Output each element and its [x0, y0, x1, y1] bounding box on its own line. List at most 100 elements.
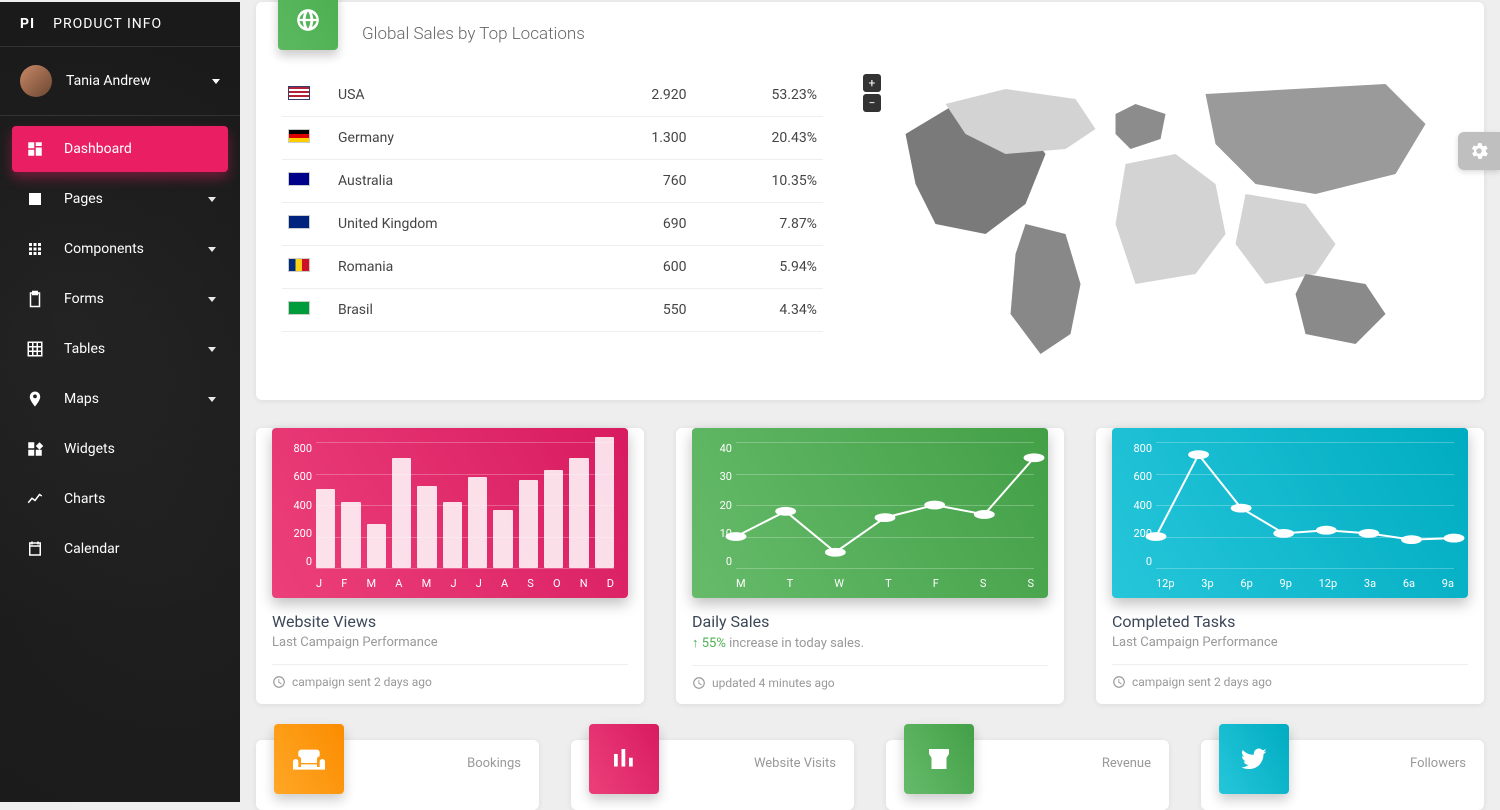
- avatar: [20, 65, 52, 97]
- value-cell: 690: [585, 203, 692, 246]
- sidebar-item-label: Charts: [64, 491, 216, 507]
- bar: [493, 510, 512, 568]
- dashboard-icon: [24, 140, 46, 158]
- charts-row: 8006004002000 JFMAMJJASOND Website Views…: [256, 428, 1484, 704]
- chart-plot: [736, 442, 1034, 568]
- sidebar-item-label: Pages: [64, 191, 208, 207]
- world-map[interactable]: + −: [823, 74, 1458, 378]
- zoom-out-button[interactable]: −: [863, 94, 881, 112]
- sidebar-item-forms[interactable]: Forms: [12, 276, 228, 322]
- chart-footer: campaign sent 2 days ago: [272, 664, 628, 689]
- clock-icon: [272, 675, 286, 689]
- chart-subtitle: Last Campaign Performance: [272, 635, 628, 650]
- chart-surface: 8006004002000 JFMAMJJASOND: [272, 428, 628, 598]
- gear-icon: [1468, 140, 1490, 162]
- sidebar-item-label: Dashboard: [64, 141, 216, 157]
- sidebar-item-maps[interactable]: Maps: [12, 376, 228, 422]
- chart-subtitle: Last Campaign Performance: [1112, 635, 1468, 650]
- chart-card-2: 8006004002000 12p3p6p9p12p3a6a9a Complet…: [1096, 428, 1484, 704]
- sidebar-item-components[interactable]: Components: [12, 226, 228, 272]
- panel-title: Global Sales by Top Locations: [362, 24, 1458, 44]
- chart-plot: [316, 442, 614, 568]
- chart-title: Completed Tasks: [1112, 612, 1468, 631]
- x-axis: 12p3p6p9p12p3a6a9a: [1156, 577, 1454, 590]
- place-icon: [24, 390, 46, 408]
- y-axis: 8006004002000: [1118, 442, 1152, 568]
- value-cell: 600: [585, 246, 692, 289]
- value-cell: 550: [585, 289, 692, 332]
- sidebar-item-calendar[interactable]: Calendar: [12, 526, 228, 572]
- flag-icon: [288, 86, 310, 100]
- bar: [316, 489, 335, 568]
- x-axis: JFMAMJJASOND: [316, 577, 614, 590]
- pct-cell: 20.43%: [693, 117, 823, 160]
- bar: [468, 477, 487, 568]
- chart-footer: updated 4 minutes ago: [692, 665, 1048, 690]
- sofa-icon: [274, 724, 344, 794]
- sidebar-item-tables[interactable]: Tables: [12, 326, 228, 372]
- sidebar-item-label: Widgets: [64, 441, 216, 457]
- pct-cell: 7.87%: [693, 203, 823, 246]
- sidebar-item-label: Calendar: [64, 541, 216, 557]
- clock-icon: [1112, 675, 1126, 689]
- sidebar-item-widgets[interactable]: Widgets: [12, 426, 228, 472]
- brand[interactable]: PI PRODUCT INFO: [0, 2, 240, 47]
- bar: [417, 486, 436, 568]
- chart-footer: campaign sent 2 days ago: [1112, 664, 1468, 689]
- table-row: Australia 760 10.35%: [282, 160, 823, 203]
- table-row: Germany 1.300 20.43%: [282, 117, 823, 160]
- country-cell: Australia: [332, 160, 585, 203]
- sidebar-item-charts[interactable]: Charts: [12, 476, 228, 522]
- table-row: USA 2.920 53.23%: [282, 74, 823, 117]
- flag-icon: [288, 215, 310, 229]
- user-menu[interactable]: Tania Andrew: [0, 47, 240, 116]
- pct-cell: 4.34%: [693, 289, 823, 332]
- main: Global Sales by Top Locations USA 2.920 …: [240, 2, 1500, 810]
- sidebar: PI PRODUCT INFO Tania Andrew Dashboard P…: [0, 2, 240, 802]
- bar: [443, 502, 462, 568]
- zoom-in-button[interactable]: +: [863, 74, 881, 92]
- clipboard-icon: [24, 290, 46, 308]
- value-cell: 1.300: [585, 117, 692, 160]
- pct-cell: 53.23%: [693, 74, 823, 117]
- map-svg: [853, 74, 1458, 374]
- brand-name: PRODUCT INFO: [53, 16, 162, 32]
- sidebar-item-dashboard[interactable]: Dashboard: [12, 126, 228, 172]
- clock-icon: [692, 676, 706, 690]
- flag-icon: [288, 172, 310, 186]
- value-cell: 2.920: [585, 74, 692, 117]
- chevron-down-icon: [208, 247, 216, 252]
- flag-icon: [288, 129, 310, 143]
- chevron-down-icon: [208, 397, 216, 402]
- sidebar-item-label: Maps: [64, 391, 208, 407]
- chart-plot: [1156, 442, 1454, 568]
- calendar-icon: [24, 540, 46, 558]
- chart-title: Website Views: [272, 612, 628, 631]
- flag-icon: [288, 258, 310, 272]
- chart-card-1: 403020100 MTWTFSS Daily Sales ↑ 55% incr…: [676, 428, 1064, 704]
- x-axis: MTWTFSS: [736, 577, 1034, 590]
- globe-icon: [278, 0, 338, 50]
- bar: [544, 470, 563, 568]
- settings-button[interactable]: [1458, 132, 1500, 170]
- sidebar-item-pages[interactable]: Pages: [12, 176, 228, 222]
- bar: [341, 502, 360, 568]
- chevron-down-icon: [208, 347, 216, 352]
- bar: [392, 458, 411, 568]
- sales-table: USA 2.920 53.23% Germany 1.300 20.43% Au…: [282, 74, 823, 378]
- twitter-icon: [1219, 724, 1289, 794]
- chevron-down-icon: [208, 197, 216, 202]
- bar-icon: [589, 724, 659, 794]
- chart-title: Daily Sales: [692, 612, 1048, 631]
- chevron-down-icon: [208, 297, 216, 302]
- y-axis: 403020100: [698, 442, 732, 568]
- pct-cell: 5.94%: [693, 246, 823, 289]
- global-sales-panel: Global Sales by Top Locations USA 2.920 …: [256, 2, 1484, 400]
- sidebar-item-label: Components: [64, 241, 208, 257]
- brand-abbr: PI: [20, 16, 35, 32]
- value-cell: 760: [585, 160, 692, 203]
- grid-icon: [24, 340, 46, 358]
- bar: [519, 480, 538, 568]
- sidebar-item-label: Tables: [64, 341, 208, 357]
- bar: [595, 437, 614, 568]
